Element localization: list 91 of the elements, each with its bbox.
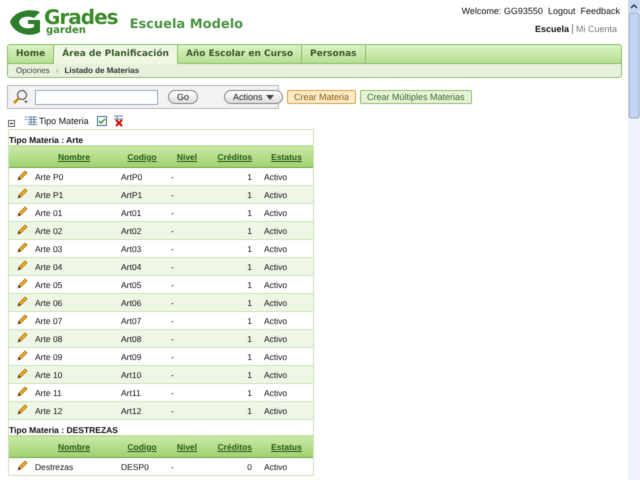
- table-cell: -: [167, 222, 207, 240]
- pencil-icon[interactable]: [17, 332, 28, 343]
- column-header[interactable]: Nombre: [31, 436, 117, 458]
- column-header[interactable]: Nivel: [167, 146, 207, 168]
- nav-tab[interactable]: Año Escolar en Curso: [178, 45, 302, 63]
- table-cell: -: [167, 294, 207, 312]
- checkbox-icon[interactable]: [96, 116, 107, 126]
- table-cell: Activo: [260, 294, 313, 312]
- create-button[interactable]: Crear Materia: [287, 90, 356, 104]
- breadcrumb-link[interactable]: Opciones: [16, 66, 50, 75]
- column-header[interactable]: Estatus: [260, 146, 313, 168]
- table-cell: -: [167, 258, 207, 276]
- pencil-icon[interactable]: [17, 296, 28, 307]
- table-cell: Arte 02: [31, 222, 117, 240]
- column-header[interactable]: Nivel: [167, 436, 207, 458]
- table-cell: Art06: [117, 294, 167, 312]
- column-header[interactable]: Créditos: [207, 146, 260, 168]
- search-field[interactable]: [35, 90, 158, 104]
- table-cell: 1: [207, 402, 260, 420]
- pencil-icon[interactable]: [17, 350, 28, 361]
- table-cell: Activo: [260, 458, 313, 476]
- table-cell: ArtP1: [117, 186, 167, 204]
- pencil-icon[interactable]: [17, 314, 28, 325]
- table-cell: Activo: [260, 366, 313, 384]
- table-cell: -: [167, 458, 207, 476]
- pencil-icon[interactable]: [17, 242, 28, 253]
- scrollbar[interactable]: [628, 0, 640, 480]
- table-cell: Activo: [260, 402, 313, 420]
- table-cell: Arte P1: [31, 186, 117, 204]
- pencil-icon[interactable]: [17, 460, 28, 471]
- pencil-icon[interactable]: [17, 278, 28, 289]
- table-cell: Activo: [260, 330, 313, 348]
- caret-icon: [266, 94, 274, 100]
- group-title: Tipo Materia : DESTREZAS: [9, 420, 313, 436]
- table-cell: -: [167, 366, 207, 384]
- logo: Grades garden: [8, 8, 118, 36]
- table-cell: 1: [207, 366, 260, 384]
- table-cell: Art12: [117, 402, 167, 420]
- nav-tab[interactable]: Área de Planificación: [54, 45, 178, 64]
- go-button[interactable]: Go: [168, 90, 198, 104]
- table-cell: 0: [207, 458, 260, 476]
- table-cell: Arte 08: [31, 330, 117, 348]
- column-header[interactable]: Nombre: [31, 146, 117, 168]
- table-cell: 1: [207, 294, 260, 312]
- table-cell: Destrezas: [31, 458, 117, 476]
- create-button[interactable]: Crear Múltiples Materias: [360, 90, 472, 104]
- table-cell: 1: [207, 258, 260, 276]
- column-header[interactable]: Estatus: [260, 436, 313, 458]
- table-cell: Activo: [260, 186, 313, 204]
- grid-icon: [25, 116, 37, 126]
- column-header[interactable]: Créditos: [207, 436, 260, 458]
- pencil-icon[interactable]: [17, 188, 28, 199]
- table-cell: -: [167, 186, 207, 204]
- column-header[interactable]: Codigo: [117, 436, 167, 458]
- pencil-icon[interactable]: [17, 368, 28, 379]
- pencil-icon[interactable]: [17, 170, 28, 181]
- table-cell: 1: [207, 330, 260, 348]
- table-cell: Arte 12: [31, 402, 117, 420]
- school-name: Escuela Modelo: [130, 17, 244, 34]
- group-by-label: Tipo Materia: [39, 116, 89, 126]
- breadcrumb-current: Listado de Materias: [64, 66, 140, 75]
- actions-button[interactable]: Actions: [224, 90, 283, 104]
- table-cell: Arte 06: [31, 294, 117, 312]
- table-cell: 1: [207, 222, 260, 240]
- nav-tab[interactable]: Personas: [302, 45, 366, 63]
- welcome-text: Welcome: GG93550: [462, 6, 543, 16]
- feedback-link[interactable]: Feedback: [580, 6, 620, 16]
- column-header[interactable]: Codigo: [117, 146, 167, 168]
- table-cell: Art10: [117, 366, 167, 384]
- pencil-icon[interactable]: [17, 404, 28, 415]
- pencil-icon[interactable]: [17, 260, 28, 271]
- pencil-icon[interactable]: [17, 224, 28, 235]
- pencil-icon[interactable]: [17, 386, 28, 397]
- table-cell: Art08: [117, 330, 167, 348]
- table-cell: Art02: [117, 222, 167, 240]
- account-link[interactable]: Mi Cuenta: [572, 24, 620, 34]
- table-cell: Activo: [260, 222, 313, 240]
- table-cell: Arte 04: [31, 258, 117, 276]
- logout-link[interactable]: Logout: [548, 6, 576, 16]
- table-cell: DESP0: [117, 458, 167, 476]
- pencil-icon[interactable]: [17, 206, 28, 217]
- account-link[interactable]: Escuela: [532, 24, 572, 34]
- table-cell: Activo: [260, 258, 313, 276]
- table-cell: -: [167, 402, 207, 420]
- collapse-icon[interactable]: [8, 120, 15, 126]
- table-cell: -: [167, 330, 207, 348]
- breadcrumb-separator: ›: [56, 66, 58, 75]
- table-cell: 1: [207, 186, 260, 204]
- table-cell: Arte 10: [31, 366, 117, 384]
- search-icon[interactable]: [12, 89, 29, 105]
- table-cell: Art04: [117, 258, 167, 276]
